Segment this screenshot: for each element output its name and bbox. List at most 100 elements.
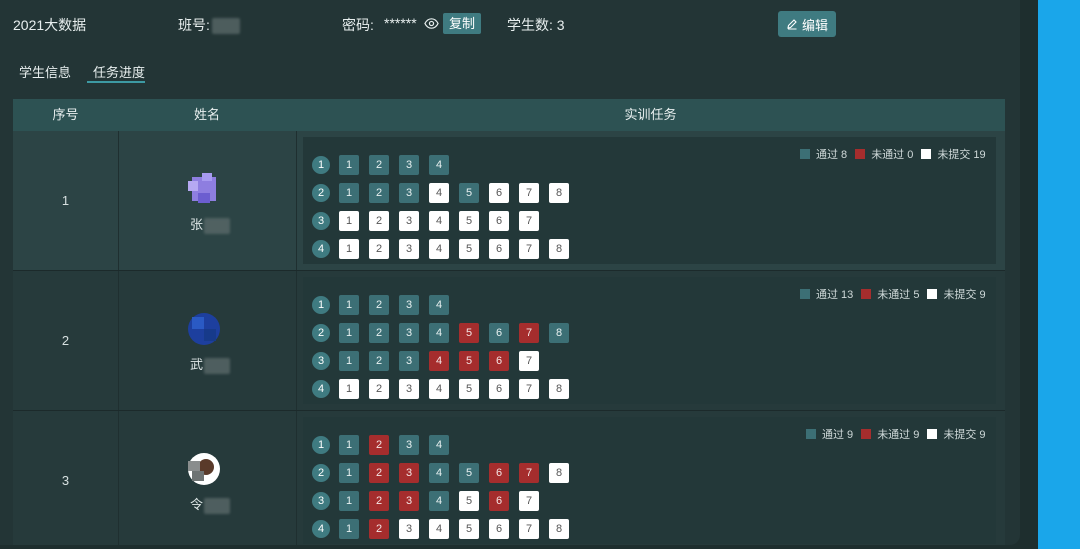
task-status-box-none[interactable]: 6 [489, 379, 509, 399]
task-status-box-none[interactable]: 4 [429, 519, 449, 539]
task-status-box-pass[interactable]: 4 [429, 491, 449, 511]
task-status-box-pass[interactable]: 1 [339, 295, 359, 315]
task-status-box-pass[interactable]: 4 [429, 155, 449, 175]
task-status-box-pass[interactable]: 3 [399, 435, 419, 455]
task-status-box-none[interactable]: 8 [549, 379, 569, 399]
task-status-box-none[interactable]: 3 [399, 379, 419, 399]
task-status-box-pass[interactable]: 1 [339, 183, 359, 203]
task-status-box-fail[interactable]: 3 [399, 463, 419, 483]
column-divider [296, 411, 297, 545]
task-status-box-none[interactable]: 7 [519, 211, 539, 231]
task-status-box-none[interactable]: 3 [399, 519, 419, 539]
student-name[interactable]: 张 [190, 214, 231, 234]
task-status-box-none[interactable]: 8 [549, 463, 569, 483]
task-status-box-none[interactable]: 8 [549, 183, 569, 203]
legend-text-pass: 通过 13 [816, 289, 854, 301]
task-status-box-none[interactable]: 6 [489, 519, 509, 539]
task-status-box-pass[interactable]: 2 [369, 155, 389, 175]
task-status-box-none[interactable]: 7 [519, 239, 539, 259]
task-progress-panel: 1 1 2 3 4 2 1 2 3 4 5 6 7 8 3 1 2 3 4 5 6 7 4 1 2 3 4 5 6 7 8 通过 13 未通过 … [303, 277, 996, 404]
task-status-box-pass[interactable]: 4 [429, 435, 449, 455]
task-status-box-none[interactable]: 7 [519, 379, 539, 399]
task-status-box-fail[interactable]: 6 [489, 463, 509, 483]
task-status-box-fail[interactable]: 2 [369, 463, 389, 483]
column-divider [118, 271, 119, 411]
task-status-box-pass[interactable]: 2 [369, 183, 389, 203]
task-status-box-none[interactable]: 3 [399, 211, 419, 231]
task-status-box-fail[interactable]: 5 [459, 351, 479, 371]
task-status-box-fail[interactable]: 7 [519, 463, 539, 483]
task-status-box-pass[interactable]: 3 [399, 155, 419, 175]
task-status-box-fail[interactable]: 5 [459, 323, 479, 343]
task-status-box-fail[interactable]: 7 [519, 323, 539, 343]
task-status-box-none[interactable]: 7 [519, 351, 539, 371]
task-status-box-none[interactable]: 4 [429, 379, 449, 399]
task-status-box-pass[interactable]: 1 [339, 463, 359, 483]
student-name[interactable]: 武 [190, 354, 231, 374]
task-status-box-none[interactable]: 4 [429, 183, 449, 203]
task-status-box-none[interactable]: 7 [519, 183, 539, 203]
task-status-box-none[interactable]: 5 [459, 211, 479, 231]
task-status-box-none[interactable]: 4 [429, 239, 449, 259]
status-legend: 通过 13 未通过 5 未提交 9 [800, 286, 994, 302]
avatar-icon[interactable] [188, 313, 220, 345]
desktop-background [1038, 0, 1080, 549]
task-status-box-pass[interactable]: 1 [339, 351, 359, 371]
avatar-icon[interactable] [188, 453, 220, 485]
task-status-box-pass[interactable]: 4 [429, 323, 449, 343]
copy-button[interactable]: 复制 [443, 13, 482, 34]
task-status-box-none[interactable]: 2 [369, 239, 389, 259]
task-status-box-pass[interactable]: 2 [369, 295, 389, 315]
task-status-box-pass[interactable]: 1 [339, 491, 359, 511]
task-status-box-pass[interactable]: 1 [339, 519, 359, 539]
task-status-box-none[interactable]: 5 [459, 519, 479, 539]
task-status-box-pass[interactable]: 3 [399, 183, 419, 203]
task-status-box-pass[interactable]: 8 [549, 323, 569, 343]
task-status-box-fail[interactable]: 2 [369, 519, 389, 539]
task-status-box-none[interactable]: 2 [369, 211, 389, 231]
task-status-box-none[interactable]: 5 [459, 491, 479, 511]
task-status-box-fail[interactable]: 6 [489, 491, 509, 511]
tab-student-info[interactable]: 学生信息 [19, 62, 71, 81]
task-status-box-pass[interactable]: 1 [339, 155, 359, 175]
avatar-icon[interactable] [188, 173, 220, 205]
task-status-box-pass[interactable]: 3 [399, 295, 419, 315]
task-status-box-pass[interactable]: 1 [339, 435, 359, 455]
task-status-box-none[interactable]: 3 [399, 239, 419, 259]
task-status-box-none[interactable]: 6 [489, 211, 509, 231]
task-status-box-fail[interactable]: 2 [369, 491, 389, 511]
task-status-box-none[interactable]: 6 [489, 183, 509, 203]
task-status-box-pass[interactable]: 6 [489, 323, 509, 343]
task-status-box-none[interactable]: 7 [519, 491, 539, 511]
task-status-box-pass[interactable]: 4 [429, 295, 449, 315]
task-status-box-none[interactable]: 8 [549, 519, 569, 539]
task-status-box-pass[interactable]: 3 [399, 323, 419, 343]
task-status-box-fail[interactable]: 2 [369, 435, 389, 455]
student-name[interactable]: 令 [190, 494, 231, 514]
task-status-box-fail[interactable]: 6 [489, 351, 509, 371]
task-status-box-none[interactable]: 5 [459, 379, 479, 399]
task-status-box-none[interactable]: 8 [549, 239, 569, 259]
tab-task-progress[interactable]: 任务进度 [93, 62, 145, 81]
task-status-box-none[interactable]: 5 [459, 239, 479, 259]
task-status-box-none[interactable]: 7 [519, 519, 539, 539]
task-status-box-fail[interactable]: 4 [429, 351, 449, 371]
task-status-box-pass[interactable]: 5 [459, 183, 479, 203]
task-status-box-none[interactable]: 1 [339, 239, 359, 259]
task-status-box-none[interactable]: 4 [429, 211, 449, 231]
task-status-box-none[interactable]: 1 [339, 379, 359, 399]
task-status-box-pass[interactable]: 3 [399, 351, 419, 371]
task-status-box-pass[interactable]: 4 [429, 463, 449, 483]
task-status-box-none[interactable]: 1 [339, 211, 359, 231]
task-status-box-fail[interactable]: 3 [399, 491, 419, 511]
edit-button[interactable]: 编辑 [778, 11, 836, 37]
task-status-box-none[interactable]: 2 [369, 379, 389, 399]
task-status-box-pass[interactable]: 1 [339, 323, 359, 343]
task-status-box-pass[interactable]: 5 [459, 463, 479, 483]
task-status-box-pass[interactable]: 2 [369, 351, 389, 371]
eye-icon[interactable] [424, 16, 439, 31]
task-status-box-pass[interactable]: 2 [369, 323, 389, 343]
legend-swatch-none [927, 429, 938, 439]
class-no-redacted [211, 18, 240, 35]
task-status-box-none[interactable]: 6 [489, 239, 509, 259]
